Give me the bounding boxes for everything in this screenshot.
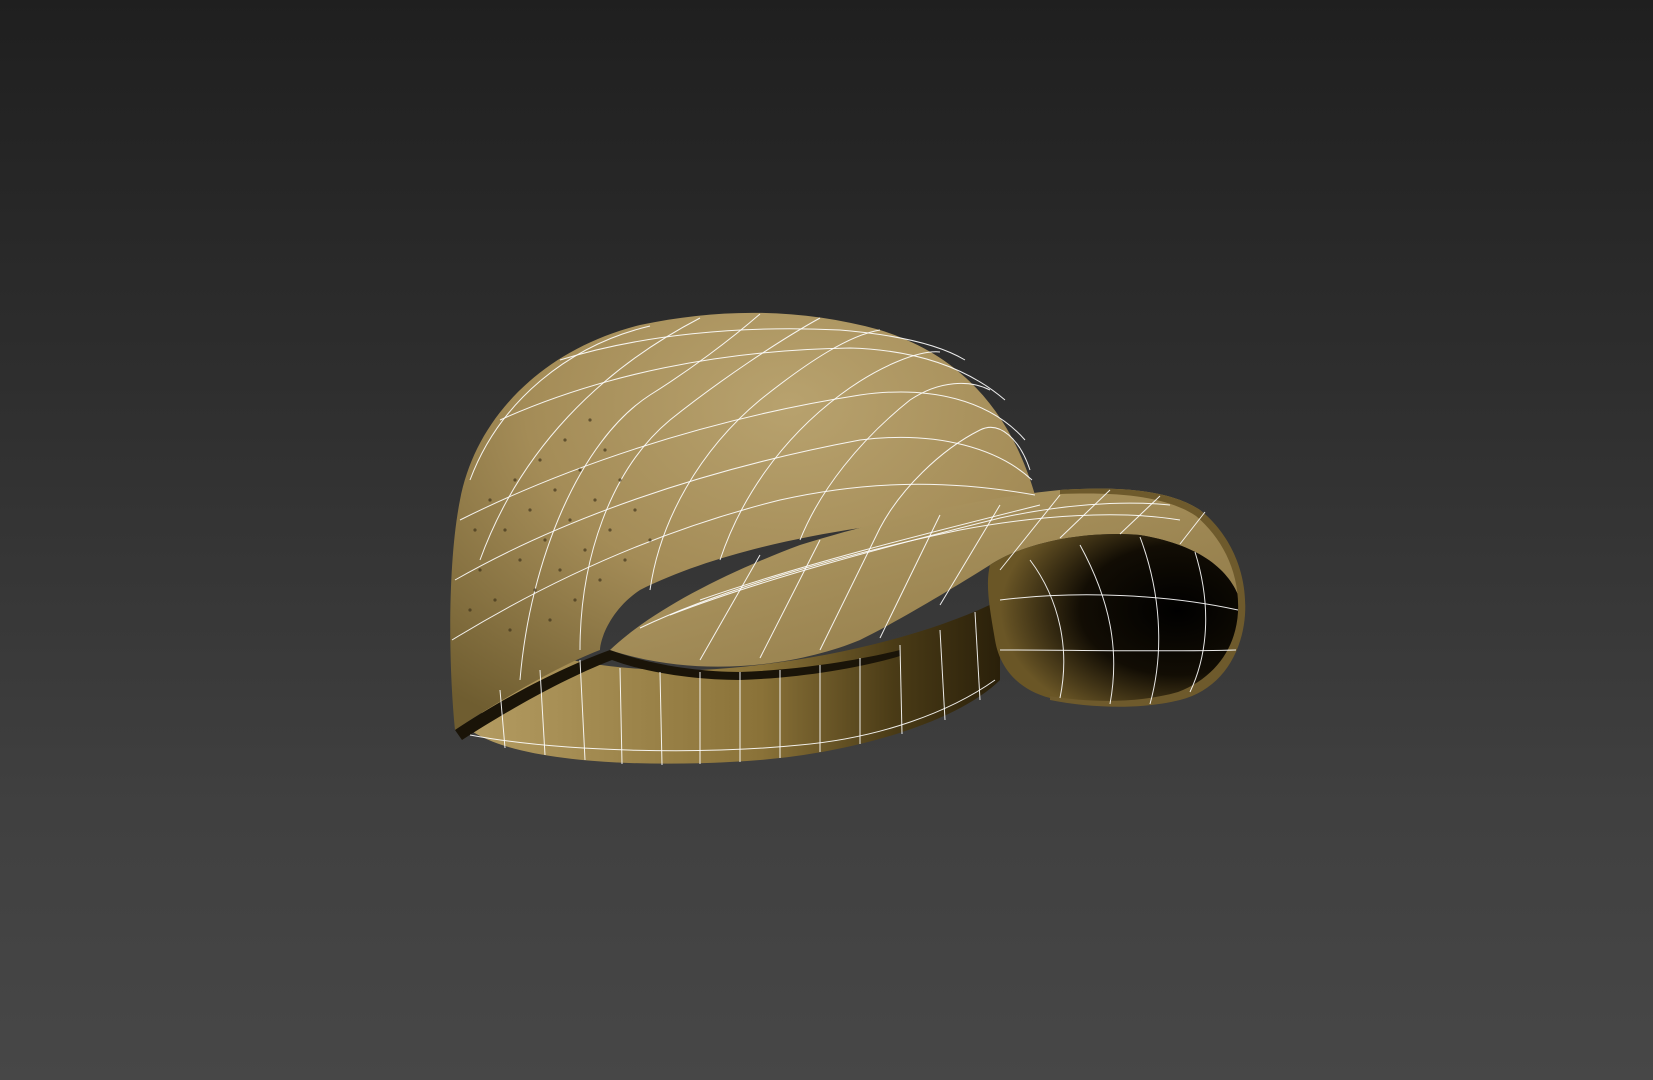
3d-viewport[interactable] [0,0,1653,1080]
cap-brim-underside [987,534,1241,703]
cap-scene [450,312,1246,766]
